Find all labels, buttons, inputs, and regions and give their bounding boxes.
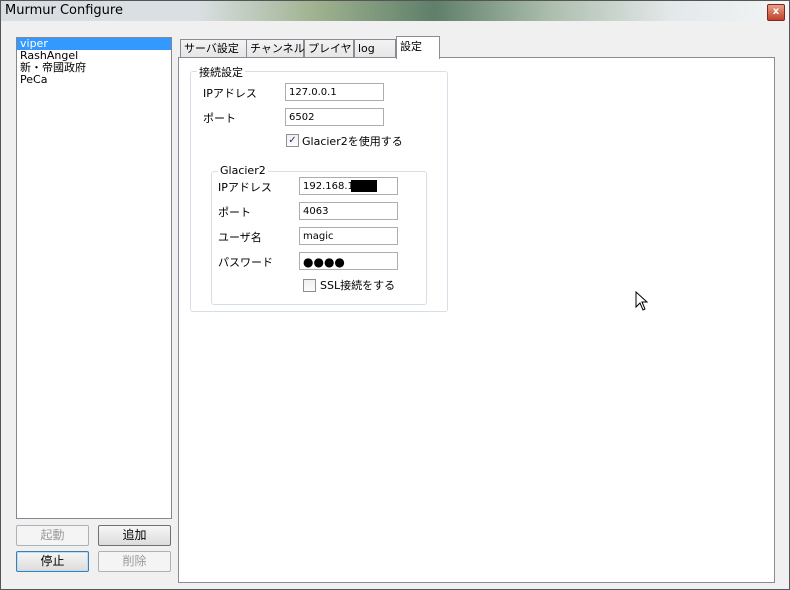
- password-field[interactable]: ●●●●: [299, 252, 398, 270]
- port-label: ポート: [203, 112, 236, 125]
- ssl-checkbox[interactable]: [303, 279, 316, 292]
- settings-tab-panel: 接続設定 IPアドレス 127.0.0.1 ポート 6502 ✓ Glacier…: [178, 57, 775, 583]
- ssl-checkbox-label: SSL接続をする: [320, 279, 396, 292]
- glacier-ip-value: 192.168.1: [303, 181, 354, 192]
- start-button[interactable]: 起動: [16, 525, 89, 546]
- mouse-pointer-icon: [635, 291, 649, 311]
- connection-settings-group: 接続設定 IPアドレス 127.0.0.1 ポート 6502 ✓ Glacier…: [190, 64, 448, 312]
- username-label: ユーザ名: [218, 231, 262, 244]
- add-button[interactable]: 追加: [98, 525, 171, 546]
- server-list[interactable]: viper RashAngel 新・帝國政府 PeCa: [16, 37, 172, 519]
- glacier2-group: Glacier2 IPアドレス 192.168.1 ポート 4063 ユーザ名 …: [211, 164, 427, 305]
- password-label: パスワード: [218, 256, 273, 269]
- tab-players[interactable]: プレイヤ: [304, 39, 354, 58]
- glacier-port-label: ポート: [218, 206, 251, 219]
- glacier-port-field[interactable]: 4063: [299, 202, 398, 220]
- tab-settings[interactable]: 設定: [396, 36, 440, 59]
- tab-server-settings[interactable]: サーバ設定: [180, 39, 248, 58]
- delete-button[interactable]: 削除: [98, 551, 171, 572]
- glacier-ip-label: IPアドレス: [218, 181, 272, 194]
- glacier2-checkbox-label: Glacier2を使用する: [302, 135, 403, 148]
- server-item-peca[interactable]: PeCa: [17, 74, 171, 86]
- tab-log[interactable]: log: [354, 39, 396, 58]
- window-title: Murmur Configure: [5, 3, 123, 18]
- redaction-block: [350, 180, 377, 192]
- murmur-configure-window: Murmur Configure x viper RashAngel 新・帝國政…: [0, 0, 790, 590]
- stop-button[interactable]: 停止: [16, 551, 89, 572]
- username-field[interactable]: magic: [299, 227, 398, 245]
- port-field[interactable]: 6502: [285, 108, 384, 126]
- ip-label: IPアドレス: [203, 87, 257, 100]
- ip-address-field[interactable]: 127.0.0.1: [285, 83, 384, 101]
- close-button[interactable]: x: [767, 4, 785, 21]
- connection-group-label: 接続設定: [197, 64, 245, 80]
- client-area: viper RashAngel 新・帝國政府 PeCa 起動 追加 停止 削除 …: [3, 23, 787, 587]
- title-bar[interactable]: Murmur Configure x: [1, 1, 789, 21]
- glacier-ip-field[interactable]: 192.168.1: [299, 177, 398, 195]
- tab-channels[interactable]: チャンネル: [246, 39, 305, 58]
- glacier2-group-label: Glacier2: [218, 164, 268, 177]
- glacier2-checkbox[interactable]: ✓: [286, 134, 299, 147]
